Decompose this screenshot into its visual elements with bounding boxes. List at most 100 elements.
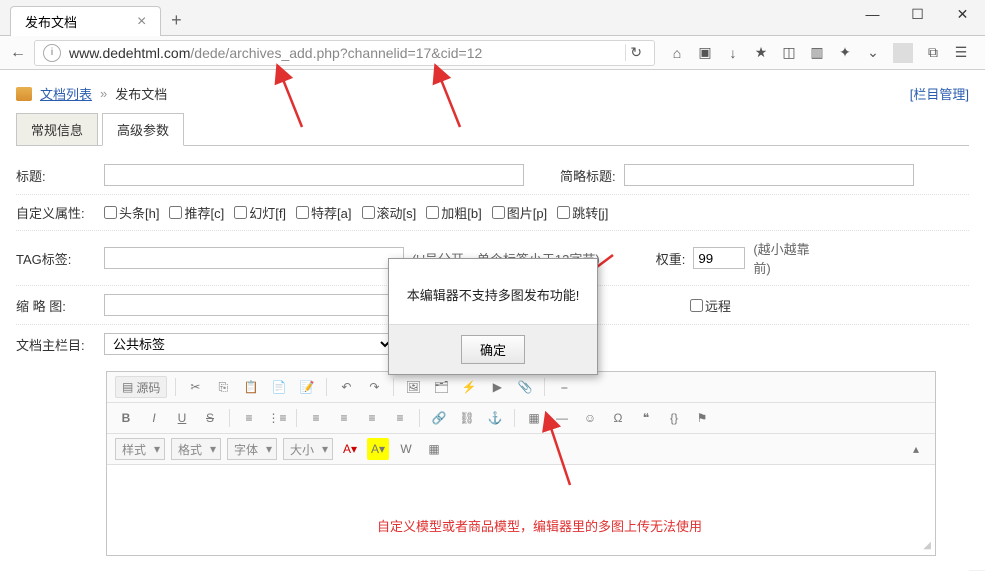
unlink-icon[interactable]: ⛓: [456, 407, 478, 429]
attr-checkbox: 特荐[a]: [296, 203, 351, 222]
resize-handle-icon[interactable]: ◢: [923, 540, 931, 551]
book-icon: [16, 87, 32, 101]
back-button[interactable]: ←: [6, 41, 30, 65]
editor-body[interactable]: 自定义模型或者商品模型，编辑器里的多图上传无法使用 ◢: [107, 465, 935, 555]
pagebreak-icon[interactable]: ⎯: [553, 376, 575, 398]
more-icon[interactable]: ▦: [423, 438, 445, 460]
window-controls: ― ☐ ✕: [850, 0, 985, 28]
emoji-icon[interactable]: ☺: [579, 407, 601, 429]
image-icon[interactable]: 🖼: [402, 376, 424, 398]
identity-icon: i: [43, 44, 61, 62]
attr-checkbox: 头条[h]: [104, 203, 159, 222]
panel-icon[interactable]: ▥: [807, 43, 827, 63]
bookmark-icon[interactable]: ★: [751, 43, 771, 63]
attr-checkbox: 幻灯[f]: [234, 203, 286, 222]
cut-icon[interactable]: ✂: [184, 376, 206, 398]
sidebar-icon[interactable]: ◫: [779, 43, 799, 63]
strike-icon[interactable]: S: [199, 407, 221, 429]
close-window-button[interactable]: ✕: [940, 0, 985, 28]
editor-annotation: 自定义模型或者商品模型，编辑器里的多图上传无法使用: [377, 516, 702, 535]
pocket-icon[interactable]: ⌄: [863, 43, 883, 63]
italic-icon[interactable]: I: [143, 407, 165, 429]
browser-tab[interactable]: 发布文档 ×: [10, 6, 161, 36]
browser-toolbar: ← i www.dedehtml.com/dede/archives_add.p…: [0, 36, 985, 70]
format-select[interactable]: 格式: [171, 438, 221, 460]
ok-button[interactable]: 确定: [461, 335, 525, 364]
reload-icon[interactable]: ↻: [625, 44, 646, 61]
flag-icon[interactable]: ⚑: [691, 407, 713, 429]
numlist-icon[interactable]: ≡: [238, 407, 260, 429]
weight-note: (越小越靠前): [753, 239, 823, 277]
browser-tabstrip: 发布文档 × +: [0, 0, 985, 36]
attr-checkbox: 滚动[s]: [362, 203, 417, 222]
attrs-label: 自定义属性:: [16, 203, 96, 222]
breadcrumb-current: 发布文档: [115, 84, 167, 103]
address-bar[interactable]: i www.dedehtml.com/dede/archives_add.php…: [34, 40, 655, 66]
minimize-button[interactable]: ―: [850, 0, 895, 28]
breadcrumb: 文档列表 » 发布文档 [栏目管理]: [16, 80, 969, 113]
alert-dialog: 本编辑器不支持多图发布功能! 确定: [388, 258, 598, 375]
tab-close-icon[interactable]: ×: [137, 13, 146, 31]
source-button[interactable]: ▤ 源码: [115, 376, 167, 398]
copy-icon[interactable]: ⎘: [212, 376, 234, 398]
multi-image-icon[interactable]: 🗂: [430, 376, 452, 398]
bgcolor-icon[interactable]: A▾: [367, 438, 389, 460]
menu-icon[interactable]: ☰: [951, 43, 971, 63]
toolbar-icons: ⌂ ▣ ↓ ★ ◫ ▥ ✦ ⌄ ⧉ ☰: [659, 43, 979, 63]
underline-icon[interactable]: U: [171, 407, 193, 429]
tab-title: 发布文档: [25, 12, 77, 31]
breadcrumb-link[interactable]: 文档列表: [40, 84, 92, 103]
bug-icon[interactable]: ✦: [835, 43, 855, 63]
word-icon[interactable]: W: [395, 438, 417, 460]
paste-text-icon[interactable]: 📄: [268, 376, 290, 398]
attr-checkbox: 图片[p]: [492, 203, 547, 222]
reader-icon[interactable]: ▣: [695, 43, 715, 63]
bold-icon[interactable]: B: [115, 407, 137, 429]
channel-select[interactable]: 公共标签: [104, 333, 394, 355]
maximize-button[interactable]: ☐: [895, 0, 940, 28]
attach-icon[interactable]: 📎: [514, 376, 536, 398]
short-title-input[interactable]: [624, 164, 914, 186]
flash-icon[interactable]: ⚡: [458, 376, 480, 398]
align-center-icon[interactable]: ≡: [333, 407, 355, 429]
tag-input[interactable]: [104, 247, 404, 269]
breadcrumb-sep: »: [100, 86, 107, 101]
form-tabs: 常规信息 高级参数: [16, 113, 969, 146]
attr-checkbox: 推荐[c]: [169, 203, 224, 222]
column-manage-link[interactable]: [栏目管理]: [910, 84, 969, 103]
new-tab-button[interactable]: +: [161, 5, 191, 35]
size-select[interactable]: 大小: [283, 438, 333, 460]
home-icon[interactable]: ⌂: [667, 43, 687, 63]
screenshot-icon[interactable]: ⧉: [923, 43, 943, 63]
annotation-arrow: [272, 72, 312, 135]
undo-icon[interactable]: ↶: [335, 376, 357, 398]
quote-icon[interactable]: ❝: [635, 407, 657, 429]
weight-input[interactable]: [693, 247, 745, 269]
special-icon[interactable]: Ω: [607, 407, 629, 429]
url-text: www.dedehtml.com/dede/archives_add.php?c…: [69, 45, 617, 61]
paste-icon[interactable]: 📋: [240, 376, 262, 398]
annotation-arrow: [430, 72, 470, 135]
download-icon[interactable]: ↓: [723, 43, 743, 63]
attrs-group: 头条[h] 推荐[c] 幻灯[f] 特荐[a] 滚动[s] 加粗[b] 图片[p…: [104, 203, 608, 222]
paste-word-icon[interactable]: 📝: [296, 376, 318, 398]
font-select[interactable]: 字体: [227, 438, 277, 460]
textcolor-icon[interactable]: A▾: [339, 438, 361, 460]
attr-checkbox: 跳转[j]: [557, 203, 608, 222]
align-justify-icon[interactable]: ≡: [389, 407, 411, 429]
link-icon[interactable]: 🔗: [428, 407, 450, 429]
tag-label: TAG标签:: [16, 249, 96, 268]
tab-advanced[interactable]: 高级参数: [102, 113, 184, 146]
align-left-icon[interactable]: ≡: [305, 407, 327, 429]
rich-editor: ▤ 源码 ✂ ⎘ 📋 📄 📝 ↶ ↷ 🖼 🗂 ⚡ ▶ 📎 ⎯ B: [106, 371, 936, 556]
collapse-icon[interactable]: ▴: [905, 438, 927, 460]
media-icon[interactable]: ▶: [486, 376, 508, 398]
code-icon[interactable]: {}: [663, 407, 685, 429]
tab-general[interactable]: 常规信息: [16, 113, 98, 145]
bulletlist-icon[interactable]: ⋮≡: [266, 407, 288, 429]
title-input[interactable]: [104, 164, 524, 186]
style-select[interactable]: 样式: [115, 438, 165, 460]
redo-icon[interactable]: ↷: [363, 376, 385, 398]
anchor-icon[interactable]: ⚓: [484, 407, 506, 429]
align-right-icon[interactable]: ≡: [361, 407, 383, 429]
